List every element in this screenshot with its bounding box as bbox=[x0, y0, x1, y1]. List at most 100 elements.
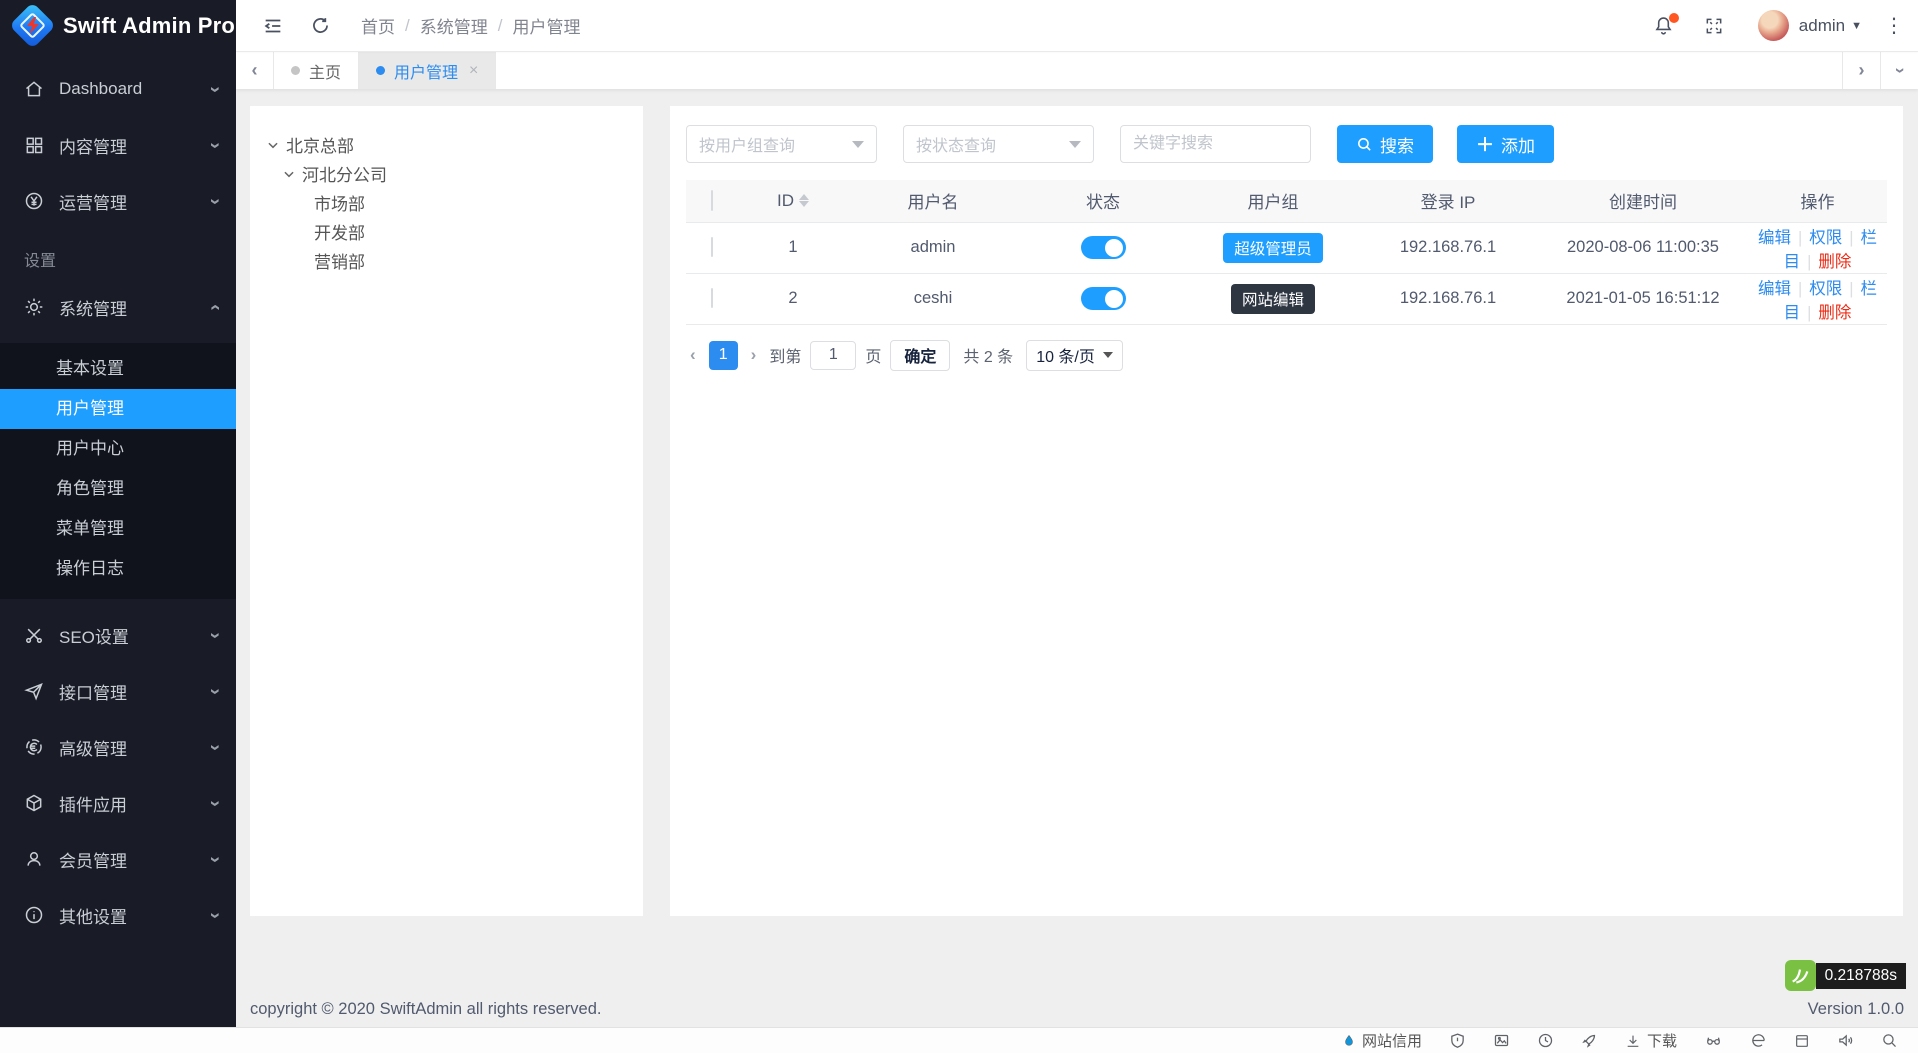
more-options-icon[interactable]: ⋮ bbox=[1884, 13, 1904, 38]
gear-icon bbox=[24, 297, 44, 317]
chevron-down-icon: › bbox=[205, 800, 224, 806]
collapse-menu-icon[interactable] bbox=[262, 15, 284, 37]
ie-mode-icon[interactable] bbox=[1750, 1032, 1767, 1049]
tree-node-leaf-dev[interactable]: 开发部 bbox=[266, 217, 643, 246]
shield-icon[interactable] bbox=[1449, 1032, 1466, 1049]
sidebar-item-operation[interactable]: 运营管理 › bbox=[0, 181, 236, 221]
system-submenu: 基本设置 用户管理 用户中心 角色管理 菜单管理 操作日志 bbox=[0, 343, 236, 599]
sidebar: Swift Admin Pro Dashboard › 内容管理 › 运营管理 … bbox=[0, 0, 236, 1027]
sidebar-item-members[interactable]: 会员管理 › bbox=[0, 839, 236, 879]
sidebar-item-content[interactable]: 内容管理 › bbox=[0, 125, 236, 165]
page-number-button[interactable]: 1 bbox=[709, 341, 738, 370]
sidebar-subitem-role-management[interactable]: 角色管理 bbox=[0, 469, 236, 509]
page-footer: copyright © 2020 SwiftAdmin all rights r… bbox=[250, 1000, 1904, 1019]
history-clock-icon[interactable] bbox=[1537, 1032, 1554, 1049]
user-menu[interactable]: admin ▼ bbox=[1799, 16, 1862, 36]
edit-link[interactable]: 编辑 bbox=[1758, 280, 1791, 298]
tab-user-management[interactable]: 用户管理 × bbox=[359, 52, 496, 89]
sound-icon[interactable] bbox=[1837, 1032, 1854, 1049]
breadcrumb: 首页 / 系统管理 / 用户管理 bbox=[361, 13, 580, 38]
user-group-badge: 网站编辑 bbox=[1231, 284, 1315, 314]
sidebar-item-dashboard[interactable]: Dashboard › bbox=[0, 69, 236, 109]
sort-icon[interactable] bbox=[799, 194, 809, 207]
rocket-icon[interactable] bbox=[1581, 1032, 1598, 1049]
tabs-scroll-left[interactable]: ‹ bbox=[236, 52, 274, 89]
select-all-checkbox[interactable] bbox=[711, 190, 713, 211]
row-checkbox[interactable] bbox=[711, 288, 713, 308]
tabs-scroll-right[interactable]: › bbox=[1842, 52, 1880, 89]
edit-link[interactable]: 编辑 bbox=[1758, 229, 1791, 247]
tree-expand-icon[interactable] bbox=[266, 138, 280, 152]
total-count: 共 2 条 bbox=[963, 343, 1013, 367]
home-icon bbox=[24, 79, 44, 99]
add-button[interactable]: ＋ 添加 bbox=[1457, 125, 1554, 163]
refresh-icon[interactable] bbox=[310, 15, 331, 36]
status-toggle[interactable] bbox=[1081, 287, 1126, 310]
permission-link[interactable]: 权限 bbox=[1809, 229, 1842, 247]
reading-mode-icon[interactable] bbox=[1704, 1032, 1723, 1049]
sidebar-subitem-user-management[interactable]: 用户管理 bbox=[0, 389, 236, 429]
sidebar-item-advanced[interactable]: 高级管理 › bbox=[0, 727, 236, 767]
permission-link[interactable]: 权限 bbox=[1809, 280, 1842, 298]
notifications-bell-icon[interactable] bbox=[1653, 15, 1674, 36]
download-item[interactable]: 下载 bbox=[1625, 1030, 1677, 1051]
sidebar-item-plugins[interactable]: 插件应用 › bbox=[0, 783, 236, 823]
site-credit-item[interactable]: 网站信用 bbox=[1342, 1030, 1422, 1051]
cell-created: 2020-08-06 11:00:35 bbox=[1538, 222, 1748, 273]
fullscreen-icon[interactable] bbox=[1704, 16, 1724, 36]
breadcrumb-system[interactable]: 系统管理 bbox=[420, 13, 488, 38]
keyword-search-input[interactable] bbox=[1120, 125, 1311, 163]
user-group-select[interactable]: 按用户组查询 bbox=[686, 125, 877, 163]
tree-node-leaf-market[interactable]: 市场部 bbox=[266, 188, 643, 217]
tab-home[interactable]: 主页 bbox=[274, 52, 359, 89]
search-button[interactable]: 搜索 bbox=[1337, 125, 1433, 163]
load-time: 0.218788s bbox=[1816, 963, 1906, 989]
sidebar-item-label: 运营管理 bbox=[59, 189, 127, 214]
sidebar-item-seo[interactable]: SEO设置 › bbox=[0, 615, 236, 655]
breadcrumb-users[interactable]: 用户管理 bbox=[512, 13, 580, 38]
window-split-icon[interactable] bbox=[1794, 1033, 1810, 1049]
confirm-page-button[interactable]: 确定 bbox=[890, 340, 950, 371]
user-table-panel: 按用户组查询 按状态查询 搜索 ＋ 添加 ID 用户名 状态 用户组 登录 IP bbox=[670, 106, 1903, 916]
search-page-icon[interactable] bbox=[1881, 1032, 1898, 1049]
top-header: 首页 / 系统管理 / 用户管理 admin ▼ ⋮ bbox=[236, 0, 1918, 51]
tree-node-branch[interactable]: 河北分公司 bbox=[266, 159, 643, 188]
user-avatar[interactable] bbox=[1758, 10, 1789, 41]
breadcrumb-home[interactable]: 首页 bbox=[361, 13, 395, 38]
version-text: Version 1.0.0 bbox=[1808, 1000, 1904, 1019]
chevron-down-icon: › bbox=[205, 142, 224, 148]
image-icon[interactable] bbox=[1493, 1032, 1510, 1049]
goto-label: 到第 bbox=[769, 343, 801, 367]
next-page-icon[interactable]: › bbox=[747, 345, 761, 365]
delete-link[interactable]: 删除 bbox=[1818, 304, 1851, 322]
per-page-select[interactable]: 10 条/页 bbox=[1026, 340, 1123, 371]
chevron-down-icon: › bbox=[205, 744, 224, 750]
sidebar-item-system[interactable]: 系统管理 › bbox=[0, 287, 236, 327]
sidebar-subitem-basic-settings[interactable]: 基本设置 bbox=[0, 349, 236, 389]
search-icon bbox=[1356, 136, 1373, 153]
sidebar-item-api[interactable]: 接口管理 › bbox=[0, 671, 236, 711]
user-icon bbox=[24, 849, 44, 869]
caret-down-icon bbox=[1103, 352, 1113, 358]
app-logo[interactable]: Swift Admin Pro bbox=[0, 0, 236, 51]
sidebar-subitem-menu-management[interactable]: 菜单管理 bbox=[0, 509, 236, 549]
row-checkbox[interactable] bbox=[711, 237, 713, 257]
status-select[interactable]: 按状态查询 bbox=[903, 125, 1094, 163]
department-tree-panel: 北京总部 河北分公司 市场部 开发部 营销部 bbox=[250, 106, 643, 916]
tree-expand-icon[interactable] bbox=[282, 167, 296, 181]
caret-down-icon bbox=[852, 141, 864, 148]
tree-node-root[interactable]: 北京总部 bbox=[266, 130, 643, 159]
sidebar-item-other[interactable]: 其他设置 › bbox=[0, 895, 236, 935]
delete-link[interactable]: 删除 bbox=[1818, 253, 1851, 271]
tabs-menu-dropdown[interactable]: › bbox=[1880, 52, 1918, 89]
goto-page-input[interactable] bbox=[810, 341, 856, 370]
status-toggle[interactable] bbox=[1081, 236, 1126, 259]
sidebar-subitem-operation-log[interactable]: 操作日志 bbox=[0, 549, 236, 589]
chevron-down-icon: › bbox=[205, 912, 224, 918]
app-title: Swift Admin Pro bbox=[63, 13, 235, 39]
close-icon[interactable]: × bbox=[469, 62, 478, 80]
prev-page-icon[interactable]: ‹ bbox=[686, 345, 700, 365]
tree-node-leaf-sales[interactable]: 营销部 bbox=[266, 246, 643, 275]
sidebar-subitem-user-center[interactable]: 用户中心 bbox=[0, 429, 236, 469]
sidebar-item-label: 会员管理 bbox=[59, 847, 127, 872]
